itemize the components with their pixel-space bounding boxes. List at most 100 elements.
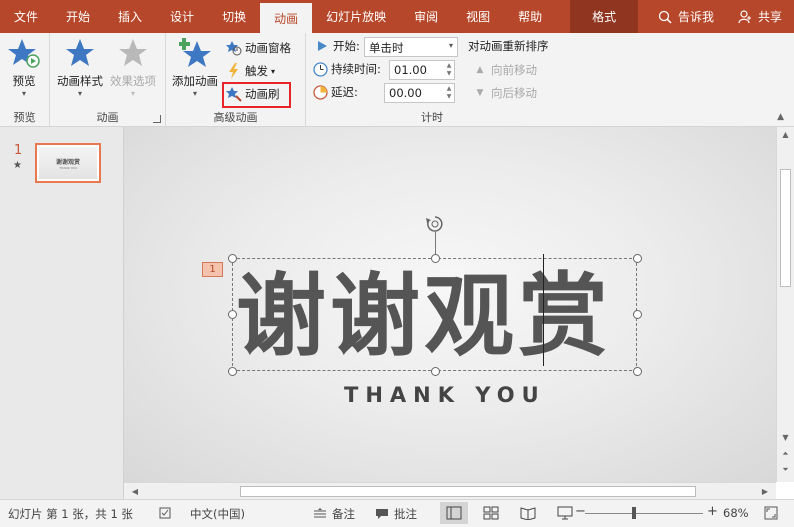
tab-review[interactable]: 审阅 bbox=[400, 0, 452, 33]
scroll-right-icon[interactable]: ▶ bbox=[758, 483, 772, 499]
duration-value: 01.00 bbox=[394, 63, 427, 77]
tell-me-label: 告诉我 bbox=[677, 10, 714, 24]
animation-styles-button[interactable]: 动画样式 ▾ bbox=[57, 37, 103, 99]
reading-view-button[interactable] bbox=[514, 502, 542, 524]
spellcheck-icon[interactable] bbox=[158, 506, 178, 520]
zoom-in-button[interactable]: + bbox=[707, 504, 718, 519]
preview-group-label: 预览 bbox=[13, 111, 36, 124]
tell-me-button[interactable]: 告诉我 bbox=[646, 8, 726, 25]
preview-button[interactable]: 预览 ▾ bbox=[8, 37, 40, 99]
collapse-ribbon-icon[interactable]: ▲ bbox=[777, 112, 784, 122]
tab-home[interactable]: 开始 bbox=[52, 0, 104, 33]
scroll-up-icon[interactable]: ▲ bbox=[777, 127, 794, 141]
delay-stepper[interactable]: 00.00 ▲ ▼ bbox=[384, 83, 455, 103]
trigger-label: 触发 bbox=[245, 64, 268, 78]
slide-thumbnail-pane: 1 ★ 谢谢观赏 THANK YOU bbox=[0, 127, 124, 499]
resize-handle-nw[interactable] bbox=[228, 254, 237, 263]
reorder-title-label: 对动画重新排序 bbox=[468, 39, 549, 53]
comments-label: 批注 bbox=[394, 507, 417, 521]
tab-animations[interactable]: 动画 bbox=[260, 3, 313, 33]
trigger-button[interactable]: 触发 ▾ bbox=[226, 61, 275, 81]
advanced-animation-group-label: 高级动画 bbox=[213, 111, 258, 124]
slide-canvas[interactable]: 1 谢谢观赏 THANK YOU bbox=[124, 127, 776, 482]
vertical-scroll-thumb[interactable] bbox=[780, 169, 791, 287]
resize-handle-w[interactable] bbox=[228, 310, 237, 319]
tab-format[interactable]: 格式 bbox=[570, 0, 639, 33]
duration-label: 持续时间: bbox=[331, 62, 381, 76]
vertical-scrollbar[interactable]: ▲ ▼ ⏶ ⏷ bbox=[776, 127, 794, 482]
reorder-title: 对动画重新排序 bbox=[468, 36, 549, 56]
resize-handle-n[interactable] bbox=[431, 254, 440, 263]
move-earlier-button[interactable]: ▲ 向前移动 bbox=[472, 60, 537, 80]
scroll-down-icon[interactable]: ▼ bbox=[777, 430, 794, 444]
next-slide-icon[interactable]: ⏷ bbox=[777, 463, 794, 477]
resize-handle-ne[interactable] bbox=[633, 254, 642, 263]
move-later-button[interactable]: ▼ 向后移动 bbox=[472, 83, 537, 103]
advanced-animation-group: 添加动画 ▾ 动画窗格 触发 ▾ 动画刷 高级动画 bbox=[166, 33, 306, 127]
tab-slideshow[interactable]: 幻灯片放映 bbox=[312, 0, 400, 33]
zoom-level[interactable]: 68% bbox=[723, 506, 749, 520]
effect-options-button[interactable]: 效果选项 ▾ bbox=[110, 37, 156, 99]
play-icon bbox=[314, 38, 330, 54]
scroll-left-icon[interactable]: ◀ bbox=[128, 483, 142, 499]
zoom-slider-track[interactable] bbox=[585, 513, 703, 514]
animation-order-tag[interactable]: 1 bbox=[202, 262, 223, 277]
preview-star-icon bbox=[8, 37, 40, 69]
chevron-down-icon: ▾ bbox=[271, 66, 276, 76]
effect-options-label: 效果选项 bbox=[110, 74, 156, 88]
tab-help[interactable]: 帮助 bbox=[504, 0, 556, 33]
animation-group: 动画样式 ▾ 效果选项 ▾ 动画 bbox=[50, 33, 166, 127]
start-dropdown[interactable]: 单击时 ▾ bbox=[364, 37, 458, 57]
animation-group-label: 动画 bbox=[96, 111, 119, 124]
slide-sorter-button[interactable] bbox=[477, 502, 505, 524]
fit-to-window-button[interactable] bbox=[763, 506, 783, 520]
share-button[interactable]: 共享 bbox=[726, 8, 794, 25]
move-earlier-label: 向前移动 bbox=[491, 63, 537, 77]
zoom-slider-thumb[interactable] bbox=[632, 507, 636, 519]
slideshow-icon bbox=[557, 506, 573, 520]
ribbon: 预览 ▾ 预览 动画样式 ▾ 效果选项 ▾ 动画 添加动画 ▾ 动画窗格 触发 … bbox=[0, 33, 794, 127]
normal-view-icon bbox=[446, 506, 462, 520]
delay-label: 延迟: bbox=[331, 85, 358, 99]
spin-arrows-icon[interactable]: ▲ ▼ bbox=[444, 84, 454, 102]
tab-design[interactable]: 设计 bbox=[156, 0, 208, 33]
delay-label-row: 延迟: bbox=[312, 82, 358, 102]
tab-file[interactable]: 文件 bbox=[0, 0, 52, 33]
resize-handle-s[interactable] bbox=[431, 367, 440, 376]
tab-insert[interactable]: 插入 bbox=[104, 0, 156, 33]
duration-stepper[interactable]: 01.00 ▲ ▼ bbox=[389, 60, 455, 80]
comment-icon bbox=[374, 507, 390, 521]
slide-title-text[interactable]: 谢谢观赏 bbox=[236, 262, 636, 372]
language-indicator[interactable]: 中文(中国) bbox=[190, 506, 245, 522]
chevron-down-icon: ▾ bbox=[77, 89, 82, 98]
horizontal-scrollbar[interactable]: ◀ ▶ bbox=[124, 482, 776, 499]
zoom-out-button[interactable]: − bbox=[575, 504, 586, 519]
dialog-launcher-icon[interactable] bbox=[153, 115, 161, 123]
slide-editing-area[interactable]: 1 谢谢观赏 THANK YOU bbox=[124, 127, 776, 482]
tab-view[interactable]: 视图 bbox=[452, 0, 504, 33]
add-animation-button[interactable]: 添加动画 ▾ bbox=[172, 37, 218, 99]
spin-arrows-icon[interactable]: ▲ ▼ bbox=[444, 61, 454, 79]
arrow-up-icon: ▲ bbox=[476, 65, 484, 75]
previous-slide-icon[interactable]: ⏶ bbox=[777, 447, 794, 461]
preview-group: 预览 ▾ 预览 bbox=[0, 33, 50, 127]
notes-button[interactable]: 备注 bbox=[312, 506, 355, 522]
slide-thumbnail[interactable]: 谢谢观赏 THANK YOU bbox=[35, 143, 101, 183]
delay-value: 00.00 bbox=[389, 86, 422, 100]
star-icon bbox=[64, 37, 96, 69]
comments-button[interactable]: 批注 bbox=[374, 506, 417, 522]
add-animation-label: 添加动画 bbox=[172, 74, 218, 88]
resize-handle-e[interactable] bbox=[633, 310, 642, 319]
ribbon-tab-bar: 文件 开始 插入 设计 切换 动画 幻灯片放映 审阅 视图 帮助 格式 告诉我 … bbox=[0, 0, 794, 33]
animation-pane-button[interactable]: 动画窗格 bbox=[226, 38, 291, 58]
resize-handle-se[interactable] bbox=[633, 367, 642, 376]
add-star-icon bbox=[179, 37, 211, 69]
timing-group: 开始: 单击时 ▾ 持续时间: 01.00 ▲▼ 延迟: 00.00 ▲▼ bbox=[306, 33, 558, 127]
person-icon bbox=[738, 9, 752, 24]
horizontal-scroll-thumb[interactable] bbox=[240, 486, 696, 497]
tab-transitions[interactable]: 切换 bbox=[208, 0, 260, 33]
normal-view-button[interactable] bbox=[440, 502, 468, 524]
arrow-down-icon: ▼ bbox=[476, 88, 484, 98]
slide-subtitle-text[interactable]: THANK YOU bbox=[344, 383, 546, 407]
resize-handle-sw[interactable] bbox=[228, 367, 237, 376]
